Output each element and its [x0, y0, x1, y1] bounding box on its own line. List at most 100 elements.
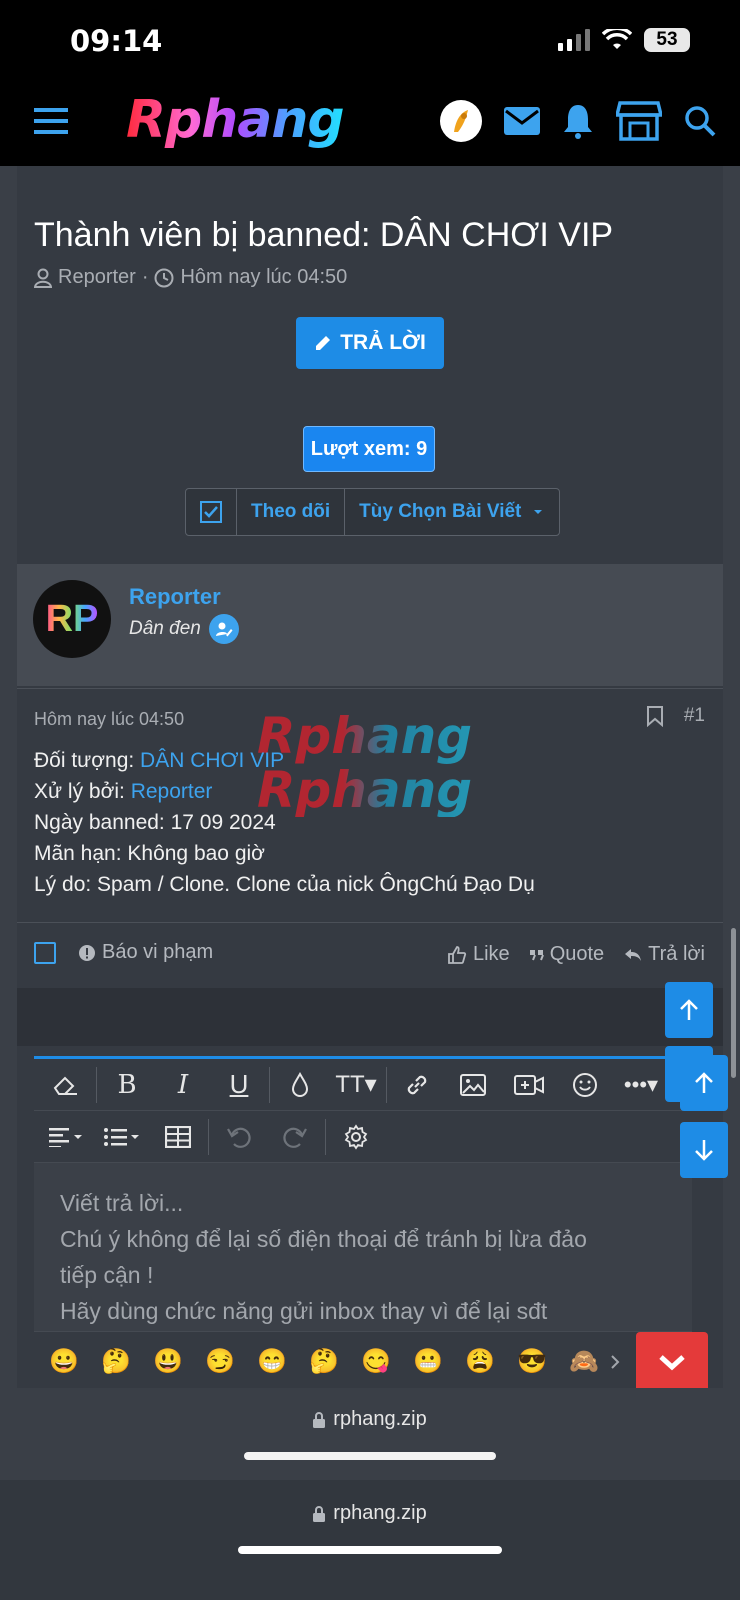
smiley-icon[interactable] — [557, 1059, 613, 1111]
follow-button[interactable]: Theo dõi — [237, 489, 346, 535]
eraser-icon[interactable] — [38, 1059, 94, 1111]
scrollbar-thumb[interactable] — [731, 928, 736, 1078]
post-author-bar: RP Reporter Dân đen — [17, 564, 723, 686]
underline-icon[interactable]: U — [211, 1059, 267, 1111]
alert-icon — [79, 944, 95, 961]
search-icon[interactable] — [684, 105, 716, 137]
bell-icon[interactable] — [562, 103, 594, 139]
store-icon[interactable] — [616, 101, 662, 141]
bookmark-icon[interactable] — [646, 705, 664, 727]
author-name[interactable]: Reporter — [129, 584, 221, 610]
undo-icon[interactable] — [211, 1111, 267, 1163]
emoji-item[interactable]: 😩 — [454, 1347, 506, 1376]
emoji-item[interactable]: 😃 — [142, 1347, 194, 1376]
post-line-expiry: Mãn hạn: Không bao giờ — [34, 842, 265, 865]
table-icon[interactable] — [150, 1111, 206, 1163]
post-line-banned-date: Ngày banned: 17 09 2024 — [34, 811, 276, 834]
toolbar-separator — [208, 1118, 209, 1155]
reply-textarea[interactable]: Viết trả lời... Chú ý không để lại số đi… — [34, 1163, 692, 1331]
reply-button[interactable]: TRẢ LỜI — [296, 317, 444, 369]
scroll-bottom-button[interactable] — [680, 1122, 728, 1178]
emoji-item[interactable]: 😀 — [38, 1347, 90, 1376]
user-edit-icon — [208, 614, 239, 644]
chevron-right-icon[interactable] — [610, 1354, 620, 1370]
post-reply-button[interactable]: Trả lời — [624, 943, 705, 966]
report-button[interactable]: Báo vi phạm — [78, 941, 213, 964]
emoji-item[interactable]: 🤔 — [298, 1347, 350, 1376]
link-icon[interactable] — [389, 1059, 445, 1111]
lock-icon — [313, 1411, 326, 1428]
collapse-editor-button[interactable] — [636, 1332, 708, 1392]
select-thread-checkbox[interactable] — [186, 489, 237, 535]
emoji-item[interactable]: 😬 — [402, 1347, 454, 1376]
author-role-text: Dân đen — [129, 618, 201, 639]
url-display: rphang.zip — [0, 1408, 740, 1431]
site-logo[interactable]: Rphang — [126, 90, 345, 150]
text-color-icon[interactable] — [272, 1059, 328, 1111]
user-icon — [34, 268, 52, 288]
italic-icon[interactable]: I — [155, 1059, 211, 1111]
target-link[interactable]: DÂN CHƠI VIP — [140, 749, 284, 772]
emoji-item[interactable]: 😁 — [246, 1347, 298, 1376]
post-number[interactable]: #1 — [684, 705, 705, 727]
list-icon[interactable] — [94, 1111, 150, 1163]
caret-down-icon — [534, 510, 543, 514]
post-line-reason: Lý do: Spam / Clone. Clone của nick ÔngC… — [34, 873, 535, 896]
thread-author-link[interactable]: Reporter — [58, 266, 136, 289]
clock-icon — [154, 268, 174, 287]
status-icons: 53 — [558, 28, 690, 52]
main-content: Thành viên bị banned: DÂN CHƠI VIP Repor… — [17, 166, 723, 1392]
url-display: rphang.zip — [0, 1502, 740, 1525]
author-avatar[interactable]: RP — [33, 580, 111, 658]
align-icon[interactable] — [38, 1111, 94, 1163]
reply-label: Trả lời — [648, 943, 705, 965]
page-title: Thành viên bị banned: DÂN CHƠI VIP — [34, 216, 614, 254]
image-icon[interactable] — [445, 1059, 501, 1111]
handler-link[interactable]: Reporter — [131, 780, 213, 803]
thread-options-dropdown[interactable]: Tùy Chọn Bài Viết — [345, 489, 559, 535]
browser-url-bar[interactable]: rphang.zip — [0, 1480, 740, 1600]
redo-icon[interactable] — [267, 1111, 323, 1163]
post-line-handler: Xử lý bởi: Reporter — [34, 776, 535, 807]
wifi-icon — [602, 29, 632, 49]
thread-date[interactable]: Hôm nay lúc 04:50 — [180, 266, 347, 289]
emoji-item[interactable]: 😎 — [506, 1347, 558, 1376]
quote-button[interactable]: Quote — [529, 943, 604, 966]
mail-icon[interactable] — [504, 107, 540, 135]
emoji-item[interactable]: 😏 — [194, 1347, 246, 1376]
reply-arrow-icon — [625, 948, 642, 961]
font-size-icon[interactable]: TT▾ — [328, 1059, 384, 1111]
emoji-item[interactable]: 😋 — [350, 1347, 402, 1376]
editor-toolbar-row: B I U TT▾ •••▾ — [34, 1059, 692, 1111]
video-icon[interactable] — [501, 1059, 557, 1111]
user-avatar[interactable] — [440, 100, 482, 142]
settings-gear-icon[interactable] — [328, 1111, 384, 1163]
like-button[interactable]: Like — [447, 943, 510, 966]
menu-icon[interactable] — [34, 108, 68, 134]
checkbox-checked-icon — [200, 501, 222, 523]
arrow-down-icon — [695, 1140, 713, 1161]
meta-separator: · — [141, 266, 149, 288]
browser-url-bar[interactable]: rphang.zip — [0, 1388, 740, 1480]
post-line-target: Đối tượng: DÂN CHƠI VIP — [34, 745, 535, 776]
post-body: Hôm nay lúc 04:50 #1 Rphang Rphang Đối t… — [17, 688, 723, 920]
select-post-checkbox[interactable] — [34, 941, 56, 964]
quote-icon — [529, 949, 544, 960]
label-text: Xử lý bởi: — [34, 780, 131, 803]
emoji-item[interactable]: 🤔 — [90, 1347, 142, 1376]
editor-toolbar-row — [34, 1111, 692, 1163]
scroll-up-button[interactable] — [665, 982, 713, 1038]
author-avatar-text: RP — [45, 597, 99, 640]
lock-icon — [313, 1505, 326, 1522]
more-options-icon[interactable]: •••▾ — [613, 1059, 669, 1111]
scroll-top-button[interactable] — [680, 1055, 728, 1111]
post-tools: #1 — [646, 705, 705, 727]
reply-editor: B I U TT▾ •••▾ Viết trả lời... Chú ý khô… — [34, 1056, 708, 1392]
emoji-item[interactable]: 🙈 — [558, 1347, 610, 1376]
bold-icon[interactable]: B — [99, 1059, 155, 1111]
post-date[interactable]: Hôm nay lúc 04:50 — [34, 709, 184, 730]
thread-options-label: Tùy Chọn Bài Viết — [359, 501, 522, 522]
placeholder-line: Hãy dùng chức năng gửi inbox thay vì để … — [60, 1298, 548, 1324]
emoji-bar: 😀 🤔 😃 😏 😁 🤔 😋 😬 😩 😎 🙈 — [34, 1331, 708, 1392]
reply-button-label: TRẢ LỜI — [340, 331, 426, 354]
